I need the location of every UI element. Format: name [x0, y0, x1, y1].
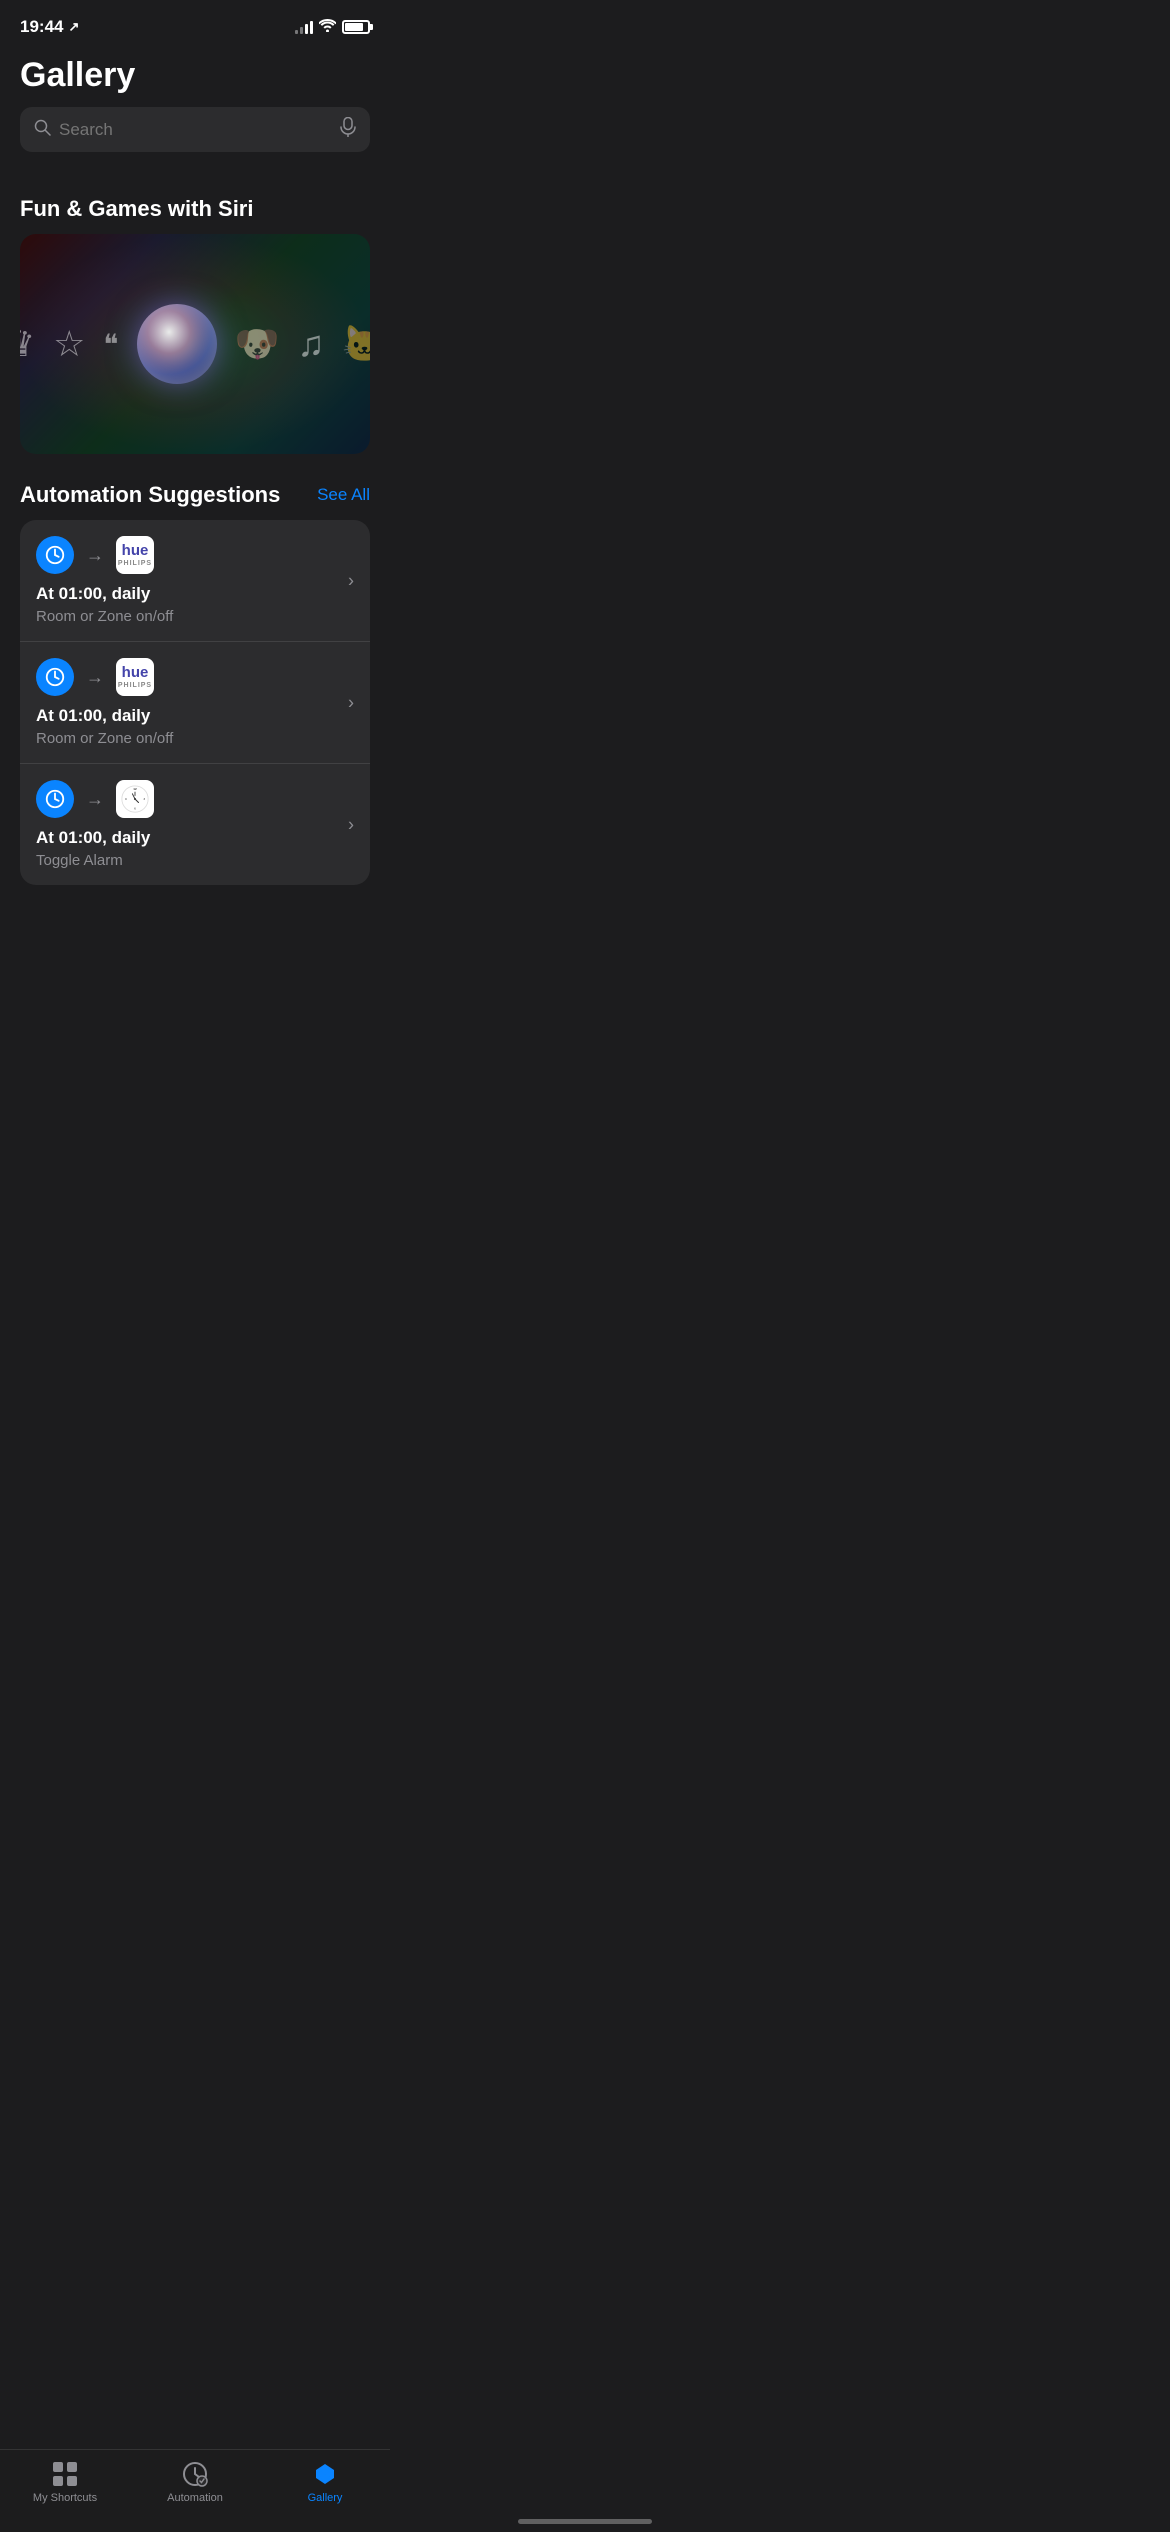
suggestion-title: At 01:00, daily: [36, 584, 354, 604]
crown-icon: ♛: [20, 323, 35, 365]
hue-app-icon: hue PHILIPS: [116, 658, 154, 696]
quote-icon: ❝: [103, 328, 118, 361]
wifi-icon: [319, 19, 336, 35]
arrow-icon: →: [86, 545, 104, 566]
tab-automation[interactable]: Automation: [155, 2460, 235, 2504]
status-bar: 19:44 ↗: [0, 0, 390, 48]
search-icon: [34, 119, 51, 141]
chevron-right-icon: ›: [348, 570, 354, 591]
suggestion-top: → hue PHILIPS: [36, 658, 354, 696]
suggestion-subtitle: Toggle Alarm: [36, 852, 354, 869]
my-shortcuts-label: My Shortcuts: [33, 2492, 97, 2504]
hue-logo: hue PHILIPS: [118, 664, 152, 690]
page-title: Gallery: [20, 56, 370, 95]
search-input[interactable]: [59, 120, 332, 140]
fun-games-section: Fun & Games with Siri ♛ ☆ ❝ 🐶 ♫ 🐱: [0, 196, 390, 454]
music-icon: ♫: [297, 323, 324, 365]
cat-icon: 🐱: [342, 323, 370, 365]
automation-label: Automation: [167, 2492, 223, 2504]
tab-my-shortcuts[interactable]: My Shortcuts: [25, 2460, 105, 2504]
signal-icon: [295, 20, 313, 34]
gallery-label: Gallery: [308, 2492, 343, 2504]
clock-trigger-icon: [36, 536, 74, 574]
siri-ball: [137, 304, 217, 384]
arrow-icon: →: [86, 667, 104, 688]
status-icons: [295, 19, 370, 35]
banner-icons: ♛ ☆ ❝ 🐶 ♫ 🐱: [20, 304, 370, 384]
status-time: 19:44 ↗: [20, 17, 79, 37]
automation-suggestions-title: Automation Suggestions: [20, 482, 280, 508]
clock-trigger-icon: [36, 780, 74, 818]
mic-icon[interactable]: [340, 117, 356, 142]
suggestion-title: At 01:00, daily: [36, 828, 354, 848]
chevron-right-icon: ›: [348, 814, 354, 835]
tab-gallery[interactable]: Gallery: [285, 2460, 365, 2504]
tab-bar: My Shortcuts Automation Gallery: [0, 2449, 390, 2532]
hue-logo: hue PHILIPS: [118, 542, 152, 568]
clock-trigger-icon: [36, 658, 74, 696]
star-icon: ☆: [53, 323, 85, 365]
suggestion-item[interactable]: → hue PHILIPS At 01:00, daily Room or Zo…: [20, 520, 370, 642]
hue-app-icon: hue PHILIPS: [116, 536, 154, 574]
suggestions-card: → hue PHILIPS At 01:00, daily Room or Zo…: [20, 520, 370, 885]
battery-icon: [342, 20, 370, 34]
clock-app-icon: 12 3 6 9: [116, 780, 154, 818]
see-all-button[interactable]: See All: [317, 485, 370, 505]
gallery-icon: [311, 2460, 339, 2488]
section-header-automation: Automation Suggestions See All: [0, 482, 390, 520]
suggestion-item[interactable]: → 12 3 6 9: [20, 764, 370, 885]
search-bar[interactable]: [20, 107, 370, 152]
section-header-fun-games: Fun & Games with Siri: [0, 196, 390, 234]
automation-icon: [181, 2460, 209, 2488]
location-icon: ↗: [68, 19, 79, 35]
svg-text:3: 3: [143, 797, 145, 801]
svg-text:9: 9: [125, 797, 127, 801]
my-shortcuts-icon: [51, 2460, 79, 2488]
fun-games-title: Fun & Games with Siri: [20, 196, 253, 222]
suggestion-item[interactable]: → hue PHILIPS At 01:00, daily Room or Zo…: [20, 642, 370, 764]
suggestion-subtitle: Room or Zone on/off: [36, 730, 354, 747]
automation-suggestions-section: Automation Suggestions See All →: [0, 482, 390, 885]
header: Gallery: [0, 48, 390, 168]
fun-games-banner[interactable]: ♛ ☆ ❝ 🐶 ♫ 🐱: [20, 234, 370, 454]
suggestion-subtitle: Room or Zone on/off: [36, 608, 354, 625]
time-display: 19:44: [20, 17, 63, 37]
suggestion-top: → hue PHILIPS: [36, 536, 354, 574]
suggestion-title: At 01:00, daily: [36, 706, 354, 726]
svg-text:6: 6: [134, 807, 136, 811]
arrow-icon: →: [86, 789, 104, 810]
home-indicator: [518, 2519, 652, 2524]
suggestion-top: → 12 3 6 9: [36, 780, 354, 818]
svg-text:12: 12: [133, 787, 137, 791]
chevron-right-icon: ›: [348, 692, 354, 713]
dog-icon: 🐶: [235, 323, 280, 365]
